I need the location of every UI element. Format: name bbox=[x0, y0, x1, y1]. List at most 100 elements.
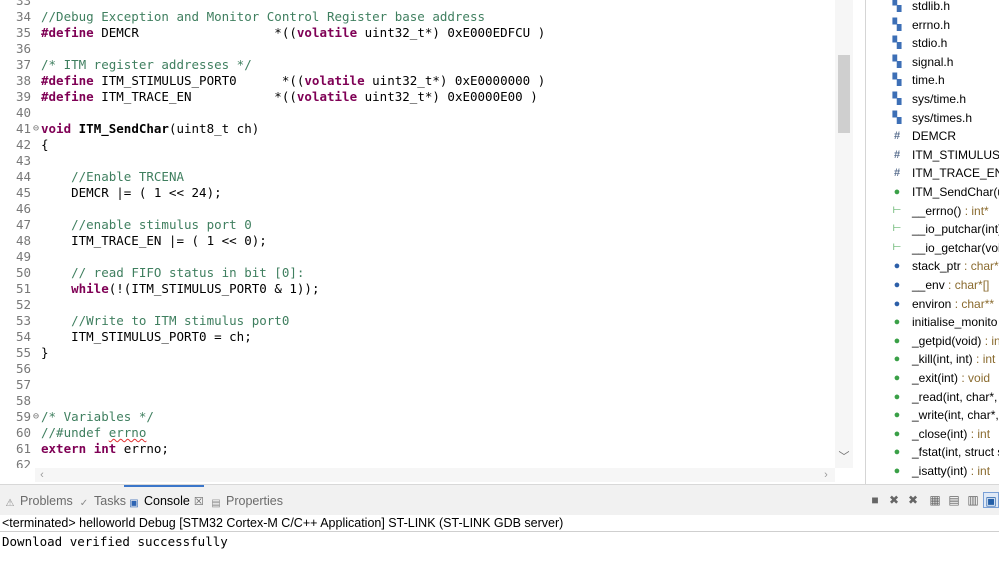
outline-item[interactable]: ▚ sys/time.h bbox=[866, 90, 999, 108]
outline-item[interactable]: ● _read(int, char*, i bbox=[866, 388, 999, 406]
scroll-lock-icon[interactable]: ▤ bbox=[946, 492, 962, 508]
outline-item[interactable]: ⊢ __io_getchar(void bbox=[866, 239, 999, 257]
scroll-left-arrow-icon[interactable]: ‹ bbox=[35, 468, 49, 482]
line-number: 35 bbox=[15, 25, 31, 40]
remove-all-terminated-icon[interactable]: ✖ bbox=[905, 492, 921, 508]
code-line[interactable]: 54 ITM_STIMULUS_PORT0 = ch; bbox=[0, 329, 835, 345]
outline-item[interactable]: ● _exit(int) : void bbox=[866, 369, 999, 387]
code-line[interactable]: 40 bbox=[0, 105, 835, 121]
outline-item-label: __env : char*[] bbox=[912, 276, 989, 294]
code-line[interactable]: 47 //enable stimulus port 0 bbox=[0, 217, 835, 233]
code-line[interactable]: 52 bbox=[0, 297, 835, 313]
code-line[interactable]: 60 //#undef errno bbox=[0, 425, 835, 441]
code-line[interactable]: 42 { bbox=[0, 137, 835, 153]
outline-item[interactable]: ▚ signal.h bbox=[866, 53, 999, 71]
code-line[interactable]: 50 // read FIFO status in bit [0]: bbox=[0, 265, 835, 281]
code-area[interactable]: 33 34 //Debug Exception and Monitor Contro… bbox=[0, 0, 835, 468]
editor-vertical-scrollbar[interactable]: ﹀ bbox=[835, 0, 853, 468]
outline-item[interactable]: ● stack_ptr : char* bbox=[866, 257, 999, 275]
code-line[interactable]: 39 #define ITM_TRACE_EN *((volatile uint3… bbox=[0, 89, 835, 105]
outline-item[interactable]: ● initialise_monito bbox=[866, 313, 999, 331]
code-line[interactable]: 58 bbox=[0, 393, 835, 409]
editor-horizontal-scrollbar[interactable]: ‹ › bbox=[35, 468, 835, 482]
outline-item[interactable]: ▚ stdio.h bbox=[866, 34, 999, 52]
outline-item[interactable]: ● ITM_SendChar(u bbox=[866, 183, 999, 201]
code-line[interactable]: 37 /* ITM register addresses */ bbox=[0, 57, 835, 73]
outline-view[interactable]: ▚ stdlib.h ▚ errno.h ▚ stdio.h ▚ signal.h ▚ time.… bbox=[866, 0, 999, 484]
editor-vertical-scroll-thumb[interactable] bbox=[838, 55, 850, 133]
scroll-right-arrow-icon[interactable]: › bbox=[819, 468, 833, 482]
outline-item[interactable]: ● _getpid(void) : in bbox=[866, 332, 999, 350]
console-output-area[interactable]: Download verified successfully bbox=[0, 532, 999, 574]
fold-toggle-icon[interactable]: ⊖ bbox=[31, 409, 41, 425]
code-token: int bbox=[93, 441, 117, 456]
outline-item[interactable]: ● __env : char*[] bbox=[866, 276, 999, 294]
tab-properties[interactable]: ▤ Properties bbox=[210, 492, 283, 510]
code-line[interactable]: 41 ⊖ void ITM_SendChar(uint8_t ch) bbox=[0, 121, 835, 137]
outline-item[interactable]: ● _close(int) : int bbox=[866, 425, 999, 443]
outline-item[interactable]: # ITM_TRACE_EN bbox=[866, 164, 999, 182]
code-line[interactable]: 56 bbox=[0, 361, 835, 377]
outline-item-name: __errno() bbox=[912, 203, 962, 218]
outline-item[interactable]: ⊢ __io_putchar(int) bbox=[866, 220, 999, 238]
tab-label: Problems bbox=[20, 494, 73, 508]
remove-launch-icon[interactable]: ✖ bbox=[886, 492, 902, 508]
code-line[interactable]: 57 bbox=[0, 377, 835, 393]
outline-item-label: _read(int, char*, i bbox=[912, 388, 999, 406]
outline-item-name: _isatty(int) bbox=[912, 464, 968, 478]
outline-item[interactable]: ● _kill(int, int) : int bbox=[866, 350, 999, 368]
code-token: (uint8_t ch) bbox=[168, 121, 260, 136]
fold-toggle-icon[interactable]: ⊖ bbox=[31, 121, 41, 137]
function-icon: ● bbox=[893, 427, 901, 440]
code-token: uint32_t*) 0xE000EDFCU ) bbox=[357, 25, 546, 40]
console-icon: ▣ bbox=[129, 498, 139, 509]
code-line[interactable]: 49 bbox=[0, 249, 835, 265]
code-line[interactable]: 35 #define DEMCR *((volatile uint32_t*) 0… bbox=[0, 25, 835, 41]
display-selected-console-icon[interactable]: ▣ bbox=[983, 492, 999, 508]
outline-item[interactable]: ● _write(int, char*, bbox=[866, 406, 999, 424]
clear-console-icon[interactable]: ▦ bbox=[927, 492, 943, 508]
outline-item[interactable]: ● _isatty(int) : int bbox=[866, 462, 999, 480]
code-line[interactable]: 34 //Debug Exception and Monitor Control … bbox=[0, 9, 835, 25]
outline-item[interactable]: ▚ stdlib.h bbox=[866, 0, 999, 15]
code-editor[interactable]: 33 34 //Debug Exception and Monitor Contro… bbox=[0, 0, 853, 484]
outline-item[interactable]: ▚ time.h bbox=[866, 71, 999, 89]
code-line[interactable]: 46 bbox=[0, 201, 835, 217]
tab-problems[interactable]: ⚠ Problems bbox=[4, 492, 73, 510]
header-file-icon: ▚ bbox=[892, 0, 902, 12]
code-line[interactable]: 59 ⊖/* Variables */ bbox=[0, 409, 835, 425]
outline-item[interactable]: ● environ : char** bbox=[866, 295, 999, 313]
code-line[interactable]: 55} bbox=[0, 345, 835, 361]
outline-item[interactable]: ▚ errno.h bbox=[866, 16, 999, 34]
stop-icon[interactable]: ■ bbox=[867, 492, 883, 508]
outline-item[interactable]: ● _fstat(int, struct s bbox=[866, 443, 999, 461]
code-text: //Debug Exception and Monitor Control Re… bbox=[41, 9, 485, 25]
code-line[interactable]: 45 DEMCR |= ( 1 << 24); bbox=[0, 185, 835, 201]
outline-item[interactable]: # ITM_STIMULUS_ bbox=[866, 146, 999, 164]
outline-item[interactable]: ⊢ __errno() : int* bbox=[866, 202, 999, 220]
outline-item[interactable]: # DEMCR bbox=[866, 127, 999, 145]
tab-console[interactable]: ▣ Console ☒ bbox=[128, 492, 204, 510]
code-line[interactable]: 51 while(!(ITM_STIMULUS_PORT0 & 1)); bbox=[0, 281, 835, 297]
tab-tasks[interactable]: ✓ Tasks bbox=[78, 492, 126, 510]
code-line[interactable]: 38 #define ITM_STIMULUS_PORT0 *((volatile… bbox=[0, 73, 835, 89]
outline-item-name: ITM_STIMULUS_ bbox=[912, 147, 999, 162]
scroll-down-arrow-icon[interactable]: ﹀ bbox=[837, 450, 851, 464]
code-text: // read FIFO status in bit [0]: bbox=[41, 265, 304, 281]
outline-item[interactable]: ▚ sys/times.h bbox=[866, 109, 999, 127]
code-text: #define ITM_STIMULUS_PORT0 *((volatile u… bbox=[41, 73, 545, 89]
code-line[interactable]: 62 bbox=[0, 457, 835, 468]
code-line[interactable]: 33 bbox=[0, 0, 835, 9]
code-line[interactable]: 43 bbox=[0, 153, 835, 169]
code-line[interactable]: 44 //Enable TRCENA bbox=[0, 169, 835, 185]
code-line[interactable]: 48 ITM_TRACE_EN |= ( 1 << 0); bbox=[0, 233, 835, 249]
word-wrap-icon[interactable]: ▥ bbox=[965, 492, 981, 508]
code-line[interactable]: 53 //Write to ITM stimulus port0 bbox=[0, 313, 835, 329]
close-tab-icon[interactable]: ☒ bbox=[194, 496, 204, 508]
code-line[interactable]: 61 extern int errno; bbox=[0, 441, 835, 457]
code-text: { bbox=[41, 137, 49, 153]
code-line[interactable]: 36 bbox=[0, 41, 835, 57]
line-number: 55 bbox=[15, 345, 31, 360]
